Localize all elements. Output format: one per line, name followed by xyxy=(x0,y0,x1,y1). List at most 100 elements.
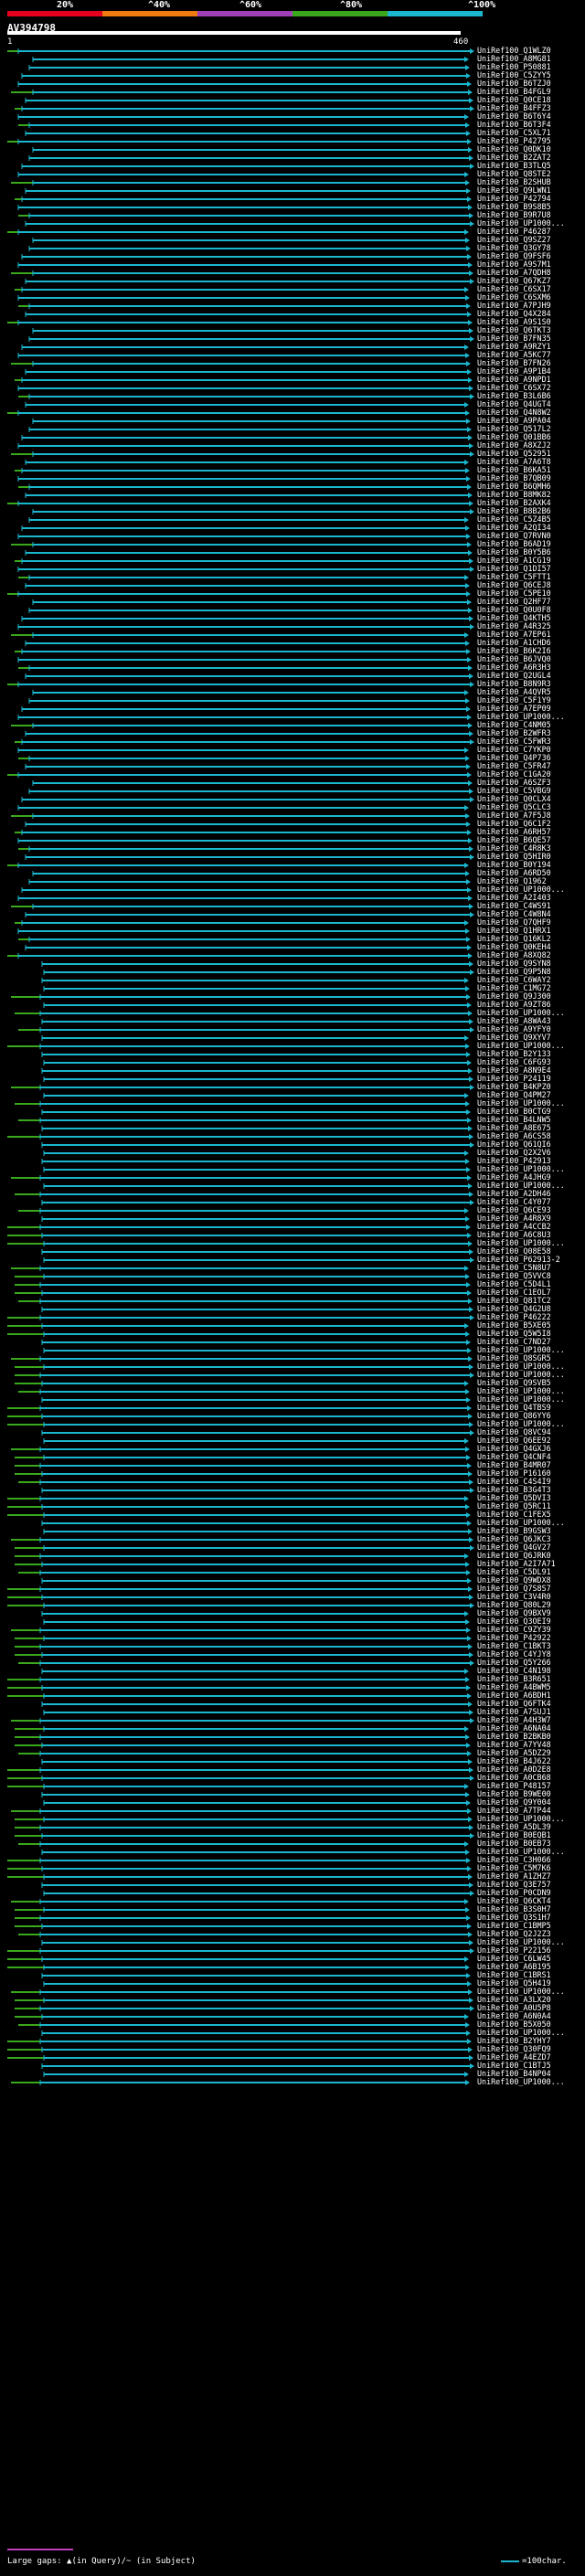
hit-arrow-icon xyxy=(467,369,472,375)
hit-arrow-icon xyxy=(465,1101,470,1107)
hit-arrow-icon xyxy=(468,550,473,556)
hit-arrow-icon xyxy=(466,73,471,79)
hit-arrow-icon xyxy=(465,871,470,876)
query-bar xyxy=(7,31,461,35)
hit-arrow-icon xyxy=(469,1076,473,1082)
hit-arrow-icon xyxy=(470,970,474,975)
hit-arrow-icon xyxy=(470,1545,474,1551)
hit-arrow-icon xyxy=(464,575,469,580)
hit-arrow-icon xyxy=(467,196,472,202)
hit-arrow-icon xyxy=(464,2072,469,2077)
hit-arrow-icon xyxy=(468,90,473,95)
hit-arrow-icon xyxy=(466,246,471,251)
hit-arrow-icon xyxy=(469,904,473,909)
hit-arrow-icon xyxy=(469,2055,473,2061)
hit-arrow-icon xyxy=(466,1512,471,1518)
hit-arrow-icon xyxy=(466,1282,471,1288)
hit-arrow-icon xyxy=(469,213,473,218)
hit-arrow-icon xyxy=(464,229,469,235)
hit-arrow-icon xyxy=(469,443,473,449)
hit-arrow-icon xyxy=(466,1973,471,1978)
hit-arrow-icon xyxy=(464,1553,469,1559)
hit-arrow-icon xyxy=(465,122,470,128)
hit-arrow-icon xyxy=(469,1019,473,1024)
hit-arrow-icon xyxy=(470,1027,474,1033)
query-start: 1 xyxy=(7,37,13,47)
hit-arrow-icon xyxy=(467,484,472,490)
hit-arrow-icon xyxy=(468,1932,473,1937)
hit-arrow-icon xyxy=(467,1924,472,1929)
identity-scale-segment xyxy=(102,11,197,16)
hit-arrow-icon xyxy=(465,583,470,588)
hit-arrow-icon xyxy=(470,1603,474,1608)
hit-arrow-icon xyxy=(467,81,472,87)
hit-arrow-icon xyxy=(466,591,471,597)
hit-arrow-icon xyxy=(465,1331,470,1337)
hit-arrow-icon xyxy=(467,1808,472,1814)
hit-arrow-icon xyxy=(470,1430,474,1436)
hit-arrow-icon xyxy=(470,48,474,54)
hit-arrow-icon xyxy=(465,2022,470,2028)
hit-arrow-icon xyxy=(465,1274,470,1279)
hit-arrow-icon xyxy=(469,616,473,621)
hit-arrow-icon xyxy=(470,912,474,917)
hit-arrow-icon xyxy=(468,435,473,440)
hit-arrow-icon xyxy=(466,1109,471,1115)
identity-scale-segment xyxy=(292,11,388,16)
hit-arrow-icon xyxy=(467,830,472,835)
hit-arrow-icon xyxy=(464,1611,469,1617)
identity-40-label: ^40% xyxy=(148,0,171,10)
hit-arrow-icon xyxy=(468,1126,473,1131)
hit-arrow-icon xyxy=(466,879,471,885)
hit-arrow-icon xyxy=(466,419,471,424)
hit-arrow-icon xyxy=(464,1208,469,1214)
hit-arrow-icon xyxy=(469,1710,473,1715)
hit-arrow-icon xyxy=(465,1677,470,1682)
hit-arrow-icon xyxy=(469,501,473,506)
hit-arrow-icon xyxy=(464,1093,469,1098)
hit-arrow-icon xyxy=(469,1249,473,1255)
hit-arrow-icon xyxy=(468,320,473,325)
hit-label[interactable]: UniRef100_UP1000... xyxy=(477,2078,565,2086)
hit-arrow-icon xyxy=(464,517,469,523)
hit-arrow-icon xyxy=(469,961,473,967)
hit-arrow-icon xyxy=(466,649,471,654)
hit-arrow-icon xyxy=(470,854,474,860)
hit-arrow-icon xyxy=(468,723,473,728)
hit-arrow-icon xyxy=(467,1233,472,1238)
hit-arrow-icon xyxy=(468,1586,473,1592)
hit-arrow-icon xyxy=(469,1479,473,1485)
hit-arrow-icon xyxy=(465,1044,470,1049)
hit-arrow-icon xyxy=(464,1669,469,1674)
hit-arrow-icon xyxy=(467,312,472,317)
hit-arrow-icon xyxy=(465,1159,470,1164)
hit-arrow-icon xyxy=(468,147,473,153)
hit-arrow-icon xyxy=(465,756,470,761)
hit-arrow-icon xyxy=(464,1784,469,1789)
hit-arrow-icon xyxy=(465,986,470,991)
hit-arrow-icon xyxy=(467,254,472,260)
hit-arrow-icon xyxy=(469,731,473,737)
hit-arrow-icon xyxy=(468,1989,473,1995)
hit-arrow-icon xyxy=(468,377,473,383)
hit-arrow-icon xyxy=(466,1800,471,1806)
hit-arrow-icon xyxy=(467,542,472,547)
hit-arrow-icon xyxy=(464,172,469,177)
hit-arrow-icon xyxy=(469,1192,473,1197)
hit-arrow-icon xyxy=(467,2039,472,2044)
hit-arrow-icon xyxy=(464,805,469,811)
hit-arrow-icon xyxy=(468,1241,473,1246)
hit-arrow-icon xyxy=(469,1134,473,1140)
hit-arrow-icon xyxy=(469,270,473,276)
hit-arrow-icon xyxy=(465,180,470,186)
hit-arrow-icon xyxy=(470,451,474,457)
hit-arrow-icon xyxy=(466,994,471,1000)
hit-arrow-icon xyxy=(466,937,471,942)
hit-arrow-icon xyxy=(466,1167,471,1172)
hit-arrow-icon xyxy=(467,1002,472,1008)
hit-arrow-icon xyxy=(464,1841,469,1847)
scale-text: =100char. xyxy=(522,2557,567,2566)
hit-arrow-icon xyxy=(470,682,474,687)
hit-arrow-icon xyxy=(470,394,474,399)
hit-arrow-icon xyxy=(469,1998,473,2003)
